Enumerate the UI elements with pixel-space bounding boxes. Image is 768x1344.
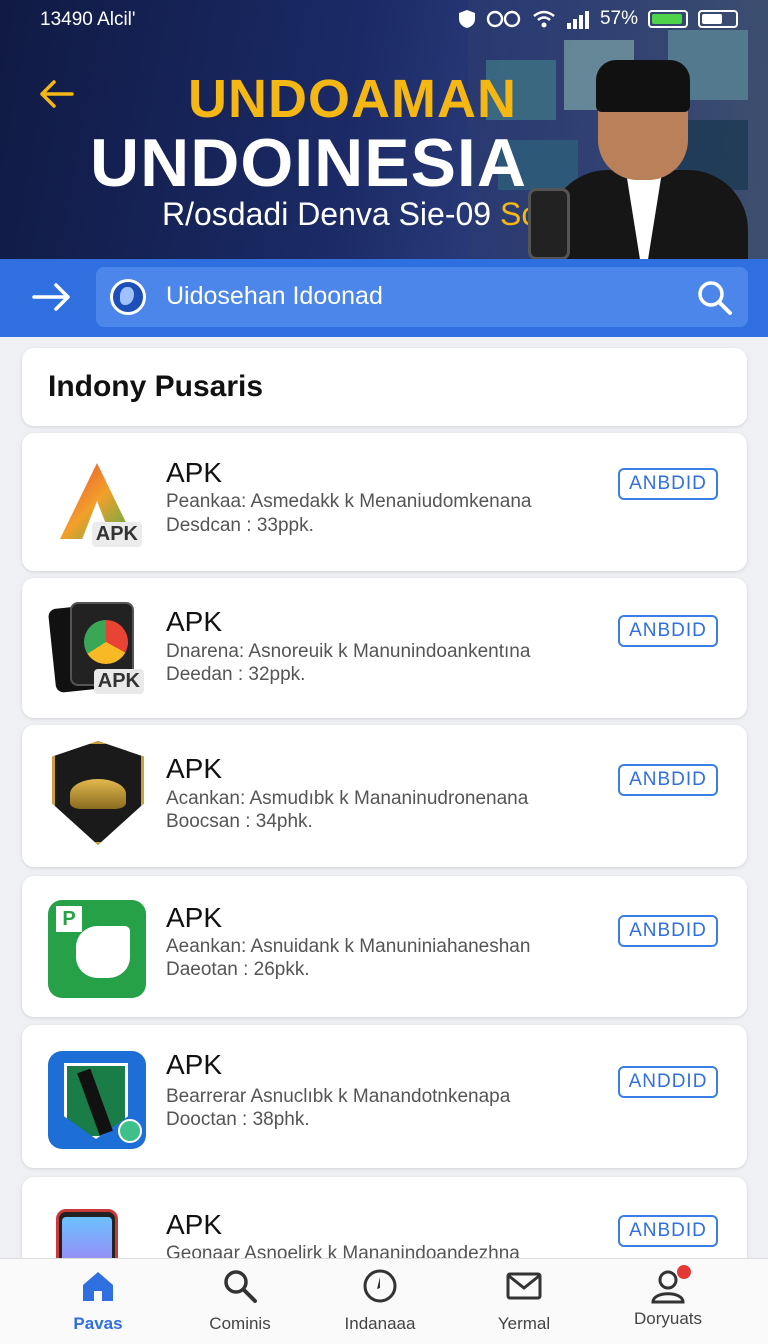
presenter-cap bbox=[596, 60, 690, 112]
app-name: APK bbox=[166, 606, 223, 637]
apk-cards-icon: APK bbox=[47, 598, 146, 696]
apk-triangle-icon: APK bbox=[48, 453, 146, 551]
search-bar: Uidosehan Idoonad bbox=[0, 259, 768, 337]
download-button[interactable]: ANBDID bbox=[618, 764, 718, 796]
download-button[interactable]: ANBDID bbox=[618, 1215, 718, 1247]
wifi-icon bbox=[533, 10, 555, 28]
presenter-photo bbox=[518, 38, 748, 262]
download-button[interactable]: ANBDID bbox=[618, 468, 718, 500]
section-title: Indony Pusaris bbox=[48, 370, 264, 403]
app-card[interactable]: APK Bearrerar Asnuclıbk k Manandotnkenap… bbox=[22, 1025, 747, 1168]
emblem-shield-icon bbox=[48, 741, 146, 845]
hero-subtitle-main: R/osdadi Denva Sie-09 bbox=[162, 196, 492, 232]
blue-shield-icon bbox=[48, 1051, 146, 1149]
app-size: Desdcan : 33ppk. bbox=[166, 515, 314, 536]
battery-percent: 57% bbox=[599, 8, 638, 29]
app-size: Boocsan : 34phk. bbox=[166, 811, 313, 832]
shield-icon bbox=[458, 10, 475, 28]
app-description: Acankan: Asmudıbk k Mananinudronenana bbox=[166, 788, 529, 809]
nav-item-profile[interactable]: Doryuats bbox=[598, 1265, 738, 1329]
back-arrow-icon[interactable] bbox=[36, 74, 76, 114]
app-card[interactable]: P APK Aeankan: Asnuidank k Manuniniahane… bbox=[22, 876, 747, 1017]
app-description: Aeankan: Asnuidank k Manuniniahaneshan bbox=[166, 936, 531, 957]
section-header-card: Indony Pusaris bbox=[22, 348, 747, 426]
app-name: APK bbox=[166, 902, 223, 933]
mail-icon bbox=[506, 1272, 542, 1300]
forward-arrow-icon[interactable] bbox=[30, 277, 74, 317]
home-icon bbox=[83, 1272, 113, 1301]
nav-item-search[interactable]: Cominis bbox=[170, 1267, 310, 1334]
sync-icon bbox=[486, 10, 521, 28]
nav-label: Indanaaa bbox=[344, 1314, 416, 1333]
app-name: APK bbox=[166, 457, 223, 488]
presenter-phone bbox=[528, 188, 570, 260]
bottom-navigation: Pavas Cominis Indanaaa Yermal Doryuats bbox=[0, 1258, 768, 1344]
search-placeholder: Uidosehan Idoonad bbox=[166, 282, 383, 310]
hero-title-line2: UNDOINESIA bbox=[90, 125, 527, 201]
nav-label: Cominis bbox=[209, 1314, 271, 1333]
signal-icon bbox=[566, 11, 589, 29]
app-description: Bearrerar Asnuclıbk k Manandotnkenapa bbox=[166, 1086, 511, 1107]
search-icon bbox=[224, 1270, 257, 1303]
nav-item-mail[interactable]: Yermal bbox=[454, 1267, 594, 1334]
nav-item-explore[interactable]: Indanaaa bbox=[310, 1267, 450, 1334]
compass-icon bbox=[363, 1269, 397, 1303]
nav-label: Doryuats bbox=[633, 1309, 703, 1328]
globe-icon bbox=[110, 279, 146, 315]
app-description: Dnarena: Asnoreuik k Manunindoankentına bbox=[166, 641, 531, 662]
app-name: APK bbox=[166, 1049, 223, 1080]
status-icons: 57% bbox=[458, 8, 738, 30]
download-button[interactable]: ANBDID bbox=[618, 615, 718, 647]
download-button[interactable]: ANDDID bbox=[618, 1066, 718, 1098]
notification-badge bbox=[677, 1265, 691, 1279]
app-size: Daeotan : 26pkk. bbox=[166, 959, 310, 980]
nav-item-home[interactable]: Pavas bbox=[28, 1267, 168, 1334]
battery-icon bbox=[648, 10, 688, 28]
app-description: Peankaa: Asmedakk k Menaniudomkenana bbox=[166, 491, 532, 512]
app-name: APK bbox=[166, 753, 223, 784]
status-bar: 13490 Alcil' 57% bbox=[0, 0, 768, 40]
app-name: APK bbox=[166, 1209, 223, 1240]
app-card[interactable]: APK APK Dnarena: Asnoreuik k Manunindoan… bbox=[22, 578, 747, 718]
status-time: 13490 Alcil' bbox=[40, 9, 136, 30]
app-size: Deedan : 32ppk. bbox=[166, 664, 306, 685]
battery-outline-icon bbox=[698, 10, 738, 28]
app-card[interactable]: APK Acankan: Asmudıbk k Mananinudronenan… bbox=[22, 725, 747, 867]
green-p-icon: P bbox=[48, 900, 146, 998]
nav-label: Yermal bbox=[497, 1314, 551, 1333]
hero-banner: 13490 Alcil' 57% UNDOAMAN UNDOINESIA R/o… bbox=[0, 0, 768, 262]
app-size: Dooctan : 38phk. bbox=[166, 1109, 310, 1130]
nav-label: Pavas bbox=[73, 1314, 123, 1333]
profile-icon bbox=[649, 1265, 691, 1305]
search-input[interactable]: Uidosehan Idoonad bbox=[96, 267, 748, 327]
search-icon[interactable] bbox=[694, 277, 734, 317]
download-button[interactable]: ANBDID bbox=[618, 915, 718, 947]
hero-title-line1: UNDOAMAN bbox=[188, 69, 517, 129]
app-card[interactable]: APK APK Peankaa: Asmedakk k Menaniudomke… bbox=[22, 433, 747, 571]
